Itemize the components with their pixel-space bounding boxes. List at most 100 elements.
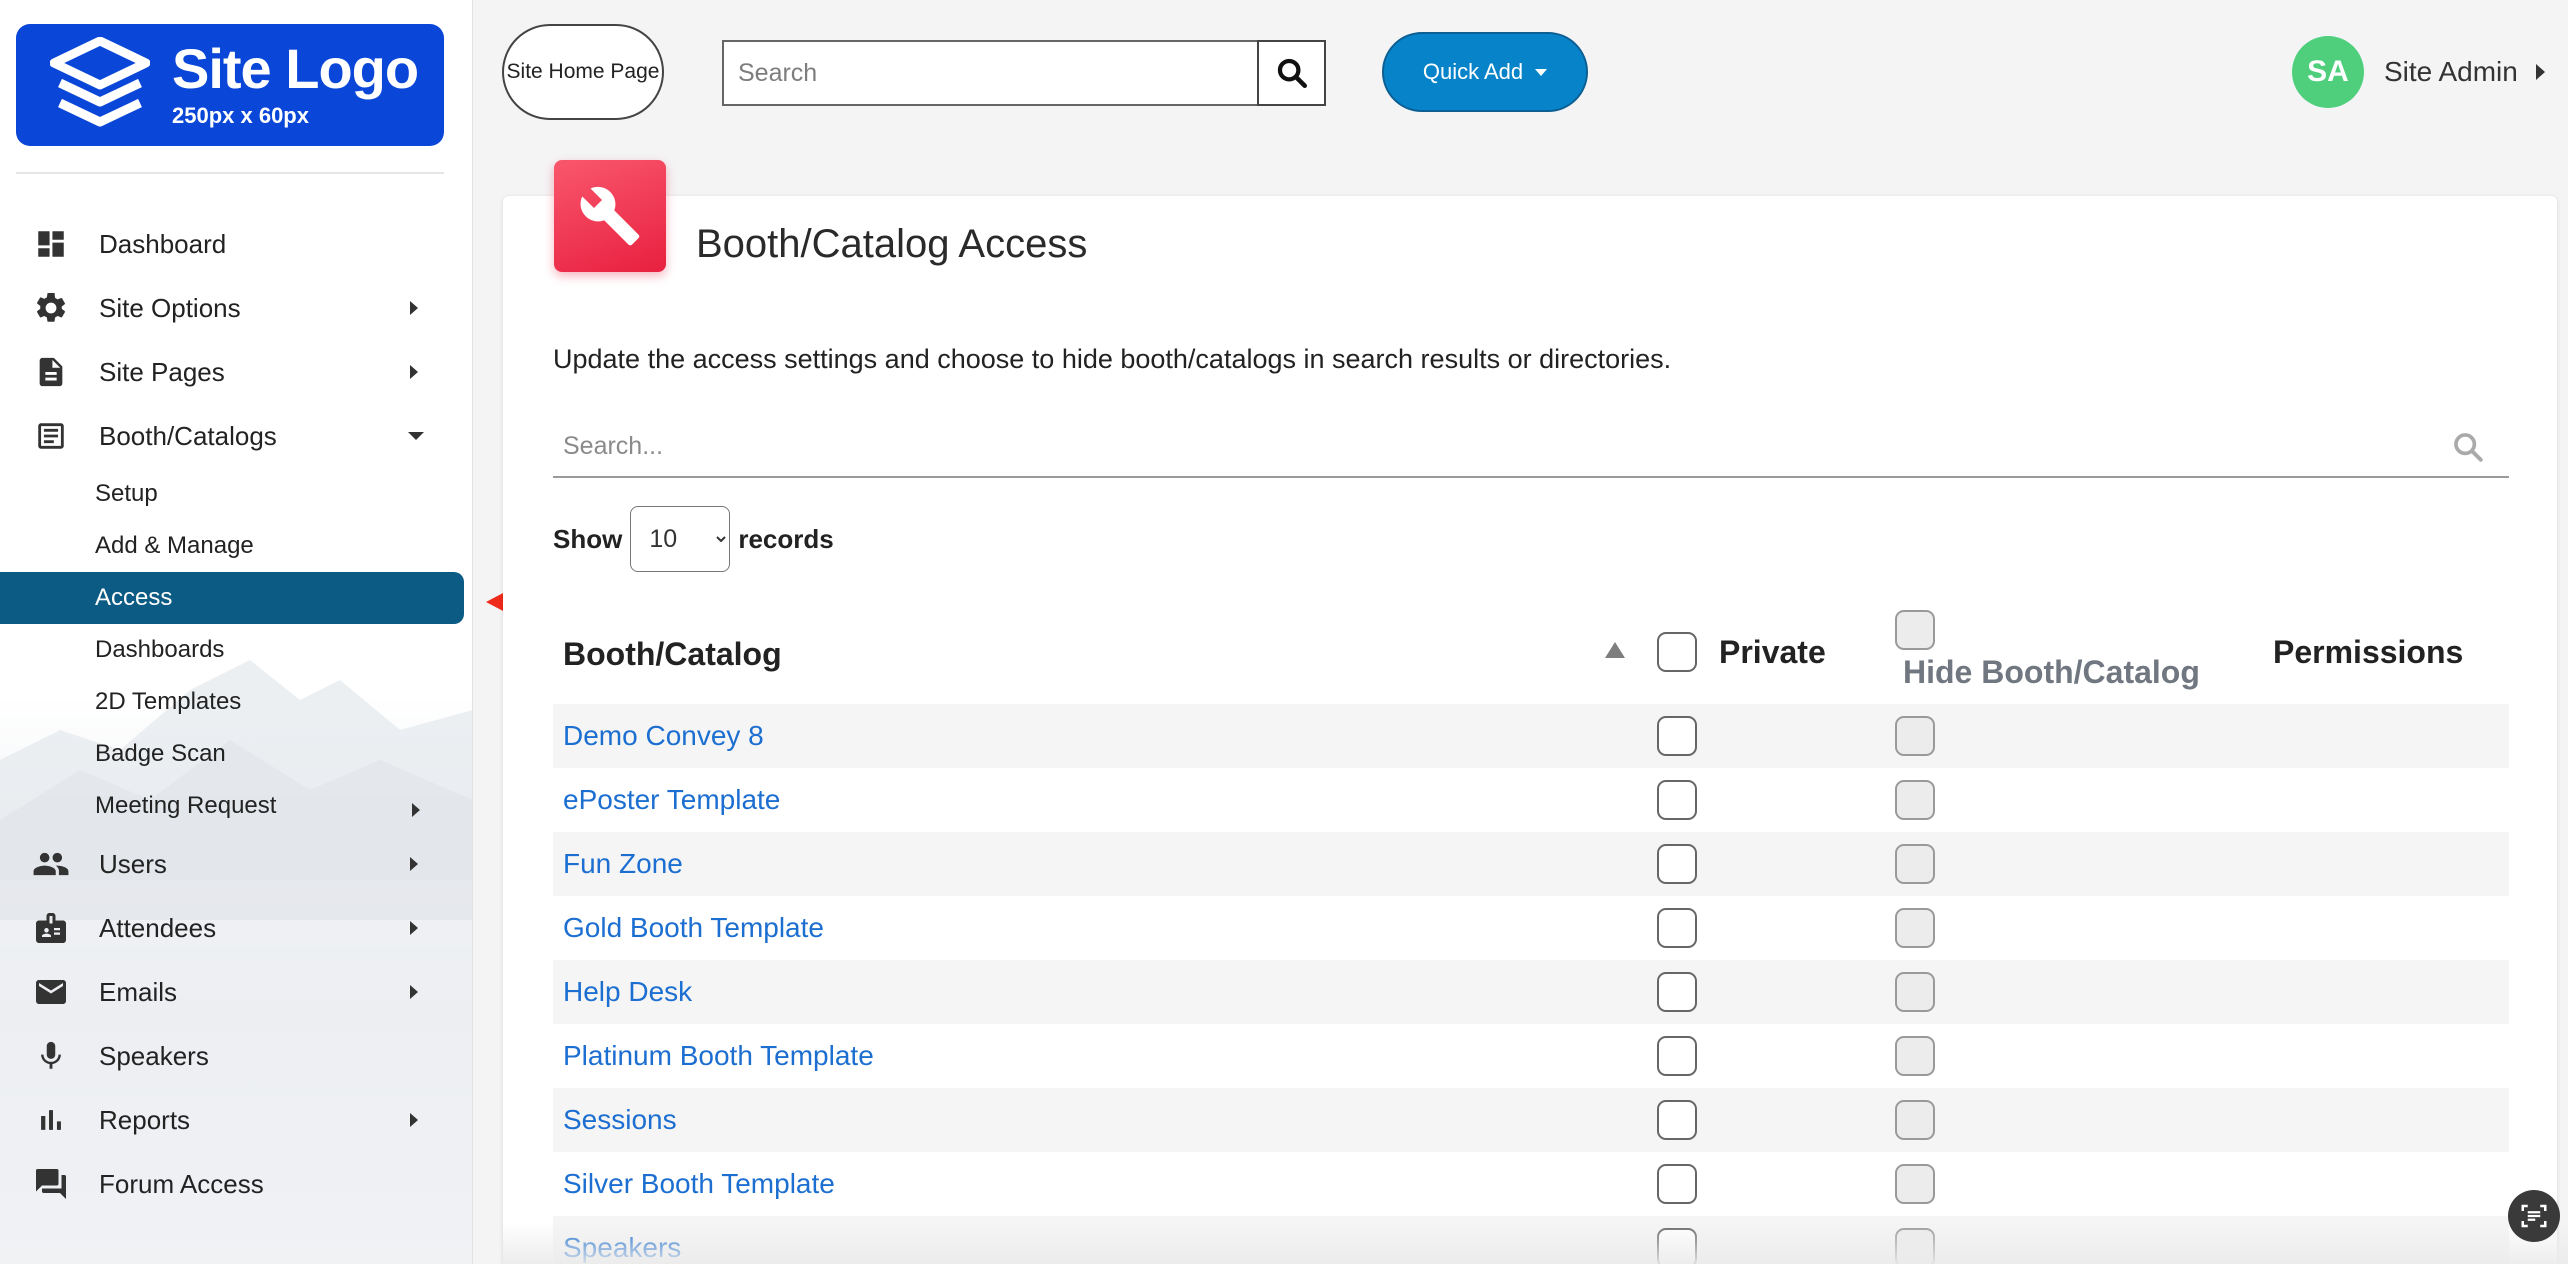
search-input[interactable]	[722, 40, 1257, 106]
user-menu[interactable]: SA Site Admin	[2292, 36, 2545, 108]
chevron-right-icon	[2535, 64, 2545, 80]
sidebar-item-forum-access[interactable]: Forum Access	[0, 1152, 472, 1216]
quick-add-button[interactable]: Quick Add	[1382, 32, 1588, 112]
table-body: Demo Convey 8 ePoster Template Fun Zone …	[553, 704, 2509, 1264]
sidebar-item-users[interactable]: Users	[0, 832, 472, 896]
bar-chart-icon	[32, 1101, 70, 1139]
table-header: Booth/Catalog Private Hide Booth/Catalog…	[553, 600, 2509, 704]
column-header-hide: Hide Booth/Catalog	[1903, 654, 2200, 690]
private-checkbox[interactable]	[1657, 716, 1697, 756]
sidebar-subitem-label: Add & Manage	[95, 532, 254, 559]
page-size-select[interactable]: 10	[630, 506, 731, 572]
hide-checkbox[interactable]	[1895, 972, 1935, 1012]
dashboard-icon	[32, 225, 70, 263]
sidebar-nav: Dashboard Site Options Site Pages Booth/…	[0, 212, 472, 1216]
chevron-right-icon	[410, 301, 418, 315]
private-checkbox[interactable]	[1657, 1228, 1697, 1264]
sidebar-item-label: Emails	[99, 976, 178, 1007]
hide-checkbox[interactable]	[1895, 908, 1935, 948]
search-icon	[2454, 433, 2483, 462]
private-checkbox[interactable]	[1657, 972, 1697, 1012]
sidebar-subitem-label: Access	[95, 584, 173, 611]
sidebar-subitem-label: Setup	[95, 480, 158, 507]
sidebar-item-dashboard[interactable]: Dashboard	[0, 212, 472, 276]
records-label: records	[738, 523, 834, 554]
hide-checkbox[interactable]	[1895, 780, 1935, 820]
hide-checkbox[interactable]	[1895, 716, 1935, 756]
table-row: Fun Zone	[553, 832, 2509, 896]
select-all-private-checkbox[interactable]	[1657, 632, 1697, 672]
booth-link[interactable]: Fun Zone	[563, 848, 683, 880]
chevron-right-icon	[410, 365, 418, 379]
records-per-page: Show 10 records	[553, 506, 834, 572]
hide-checkbox[interactable]	[1895, 1164, 1935, 1204]
chevron-right-icon	[412, 803, 420, 818]
hide-checkbox[interactable]	[1895, 1100, 1935, 1140]
booth-link[interactable]: Speakers	[563, 1232, 681, 1264]
private-checkbox[interactable]	[1657, 1036, 1697, 1076]
booth-link[interactable]: Help Desk	[563, 976, 692, 1008]
booth-link[interactable]: Demo Convey 8	[563, 720, 764, 752]
sidebar-item-label: Site Pages	[99, 356, 225, 387]
divider	[16, 172, 444, 174]
chevron-right-icon	[410, 1113, 418, 1127]
logo-subtitle: 250px x 60px	[172, 103, 309, 128]
hide-checkbox[interactable]	[1895, 1036, 1935, 1076]
microphone-icon	[32, 1037, 70, 1075]
table-row: Sessions	[553, 1088, 2509, 1152]
sidebar-item-label: Users	[99, 848, 167, 879]
sidebar-item-speakers[interactable]: Speakers	[0, 1024, 472, 1088]
hide-checkbox[interactable]	[1895, 844, 1935, 884]
table-row: ePoster Template	[553, 768, 2509, 832]
table-row: Platinum Booth Template	[553, 1024, 2509, 1088]
table-row: Silver Booth Template	[553, 1152, 2509, 1216]
sidebar-subitem-add-manage[interactable]: Add & Manage	[0, 520, 472, 572]
private-checkbox[interactable]	[1657, 780, 1697, 820]
booth-link[interactable]: Silver Booth Template	[563, 1168, 835, 1200]
table-row: Demo Convey 8	[553, 704, 2509, 768]
private-checkbox[interactable]	[1657, 1100, 1697, 1140]
sidebar-item-label: Booth/Catalogs	[99, 420, 277, 451]
table-row: Gold Booth Template	[553, 896, 2509, 960]
sidebar-subitem-access[interactable]: Access	[0, 572, 464, 624]
column-header-booth[interactable]: Booth/Catalog	[563, 636, 782, 673]
mail-icon	[32, 973, 70, 1011]
booth-link[interactable]: Platinum Booth Template	[563, 1040, 874, 1072]
table-row: Help Desk	[553, 960, 2509, 1024]
hide-checkbox[interactable]	[1895, 1228, 1935, 1264]
private-checkbox[interactable]	[1657, 1164, 1697, 1204]
site-logo[interactable]: Site Logo 250px x 60px	[16, 24, 444, 146]
sidebar-subitem-label: 2D Templates	[95, 688, 242, 715]
sidebar-item-label: Dashboard	[99, 228, 227, 259]
select-all-hide-checkbox[interactable]	[1895, 610, 1935, 650]
sort-ascending-icon[interactable]	[1605, 642, 1625, 658]
help-widget-button[interactable]	[2508, 1190, 2560, 1242]
sidebar-item-attendees[interactable]: Attendees	[0, 896, 472, 960]
sidebar-subitem-badge-scan[interactable]: Badge Scan	[0, 728, 472, 780]
search-button[interactable]	[1257, 40, 1326, 106]
badge-icon	[32, 909, 70, 947]
sidebar-subitem-setup[interactable]: Setup	[0, 468, 472, 520]
site-home-page-button[interactable]: Site Home Page	[502, 24, 664, 120]
show-label: Show	[553, 523, 623, 554]
sidebar-item-reports[interactable]: Reports	[0, 1088, 472, 1152]
booth-link[interactable]: Sessions	[563, 1104, 677, 1136]
booth-icon	[32, 417, 70, 455]
private-checkbox[interactable]	[1657, 908, 1697, 948]
table-search-input[interactable]	[553, 418, 2413, 474]
sidebar-item-booth-catalogs[interactable]: Booth/Catalogs	[0, 404, 472, 468]
page-description: Update the access settings and choose to…	[553, 344, 1672, 374]
sidebar-item-site-options[interactable]: Site Options	[0, 276, 472, 340]
sidebar-item-emails[interactable]: Emails	[0, 960, 472, 1024]
sidebar-subitem-dashboards[interactable]: Dashboards	[0, 624, 472, 676]
document-icon	[32, 353, 70, 391]
sidebar-subitem-2d-templates[interactable]: 2D Templates	[0, 676, 472, 728]
sidebar-item-site-pages[interactable]: Site Pages	[0, 340, 472, 404]
sidebar-item-label: Attendees	[99, 912, 217, 943]
avatar: SA	[2292, 36, 2364, 108]
sidebar-subitem-meeting-request[interactable]: Meeting Request	[0, 780, 472, 832]
chevron-right-icon	[410, 985, 418, 999]
private-checkbox[interactable]	[1657, 844, 1697, 884]
booth-link[interactable]: Gold Booth Template	[563, 912, 824, 944]
booth-link[interactable]: ePoster Template	[563, 784, 780, 816]
